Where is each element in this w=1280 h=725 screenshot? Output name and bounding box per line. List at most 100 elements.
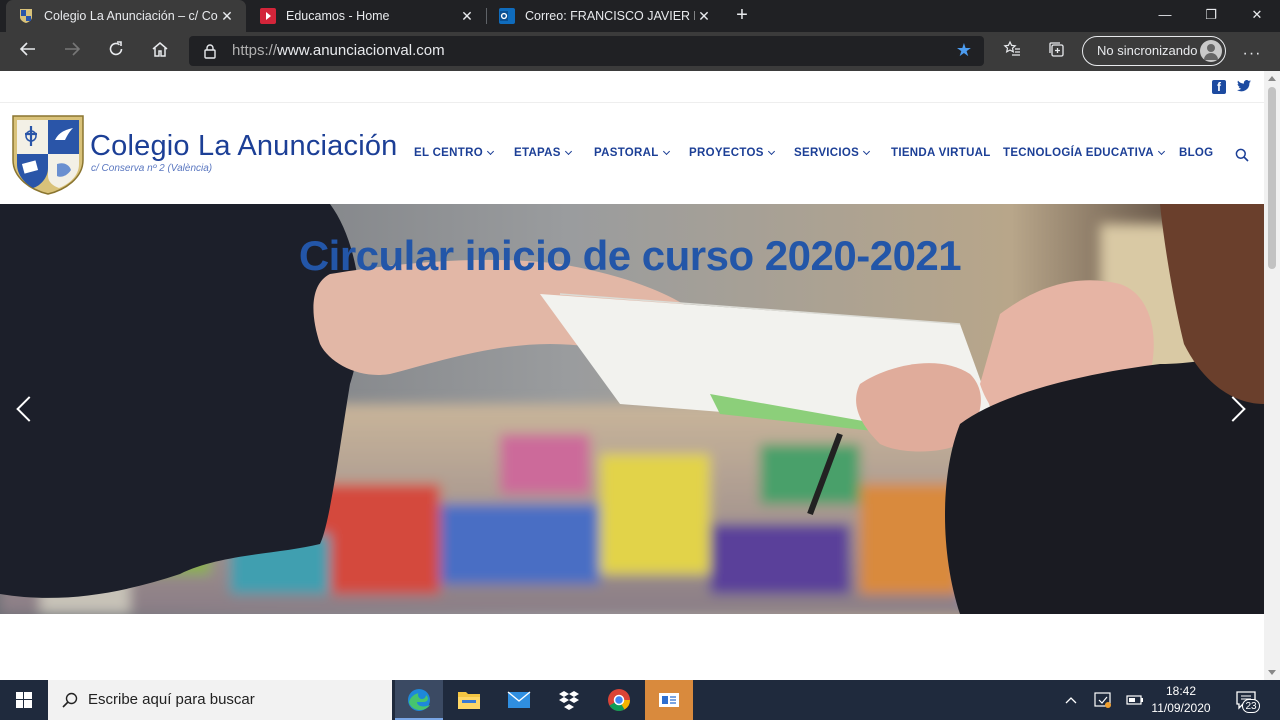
more-dots-icon: ···	[1242, 45, 1262, 62]
tab-correo[interactable]: Correo: FRANCISCO JAVIER NAV ✕	[487, 0, 723, 32]
nav-label: PASTORAL	[594, 147, 659, 159]
action-center-button[interactable]: 23	[1234, 688, 1260, 714]
defender-tray-icon[interactable]	[1092, 680, 1114, 720]
favorites-button[interactable]	[998, 38, 1026, 66]
forward-button[interactable]	[58, 38, 86, 66]
web-page: f Colegio La Anunciación c/ Conserva nº …	[0, 71, 1264, 680]
page-scrollbar[interactable]	[1264, 71, 1280, 680]
close-tab-icon[interactable]: ✕	[218, 8, 236, 25]
browser-toolbar: https://www.anunciacionval.com ★ No sinc…	[0, 32, 1280, 71]
taskbar-app-chrome[interactable]	[595, 680, 643, 720]
chevron-down-icon	[767, 147, 775, 155]
nav-label: ETAPAS	[514, 147, 561, 159]
notification-count-badge: 23	[1242, 699, 1260, 713]
back-button[interactable]	[14, 38, 42, 66]
forward-arrow-icon	[65, 42, 81, 56]
nav-tecnologia-educativa[interactable]: TECNOLOGÍA EDUCATIVA	[1003, 147, 1165, 159]
twitter-icon[interactable]	[1237, 80, 1251, 94]
social-bar: f	[0, 71, 1264, 103]
close-tab-icon[interactable]: ✕	[458, 8, 476, 25]
nav-proyectos[interactable]: PROYECTOS	[689, 147, 775, 159]
url-host: www.anunciacionval.com	[277, 42, 445, 59]
taskbar-app-mail[interactable]	[495, 680, 543, 720]
home-button[interactable]	[146, 38, 174, 66]
favorites-list-icon	[1003, 40, 1020, 56]
nav-tienda-virtual[interactable]: TIENDA VIRTUAL	[891, 147, 991, 159]
taskbar-clock[interactable]: 18:42 11/09/2020	[1150, 683, 1212, 717]
profile-button[interactable]: No sincronizando	[1082, 36, 1226, 66]
favorite-star-icon[interactable]: ★	[956, 40, 972, 61]
tab-title: Correo: FRANCISCO JAVIER NAV	[525, 9, 695, 23]
taskbar-app-whiteboard[interactable]	[645, 680, 693, 720]
url-text[interactable]: https://www.anunciacionval.com	[232, 42, 445, 59]
tab-colegio[interactable]: Colegio La Anunciación – c/ Con ✕	[6, 0, 246, 32]
profile-label: No sincronizando	[1097, 43, 1198, 58]
nav-servicios[interactable]: SERVICIOS	[794, 147, 871, 159]
hero-slider[interactable]: Circular inicio de curso 2020-2021	[0, 204, 1264, 614]
nav-label: TIENDA VIRTUAL	[891, 147, 991, 159]
educamos-icon	[260, 8, 276, 24]
back-arrow-icon	[19, 42, 35, 56]
minimize-button[interactable]: —	[1142, 0, 1188, 32]
chrome-icon	[608, 689, 630, 711]
file-explorer-icon	[458, 692, 480, 709]
settings-menu-button[interactable]: ···	[1238, 38, 1266, 66]
tab-title: Colegio La Anunciación – c/ Con	[44, 9, 218, 23]
lock-icon[interactable]	[202, 43, 218, 59]
scroll-up-arrow-icon[interactable]	[1268, 76, 1276, 81]
taskbar-app-explorer[interactable]	[445, 680, 493, 720]
show-hidden-icons-button[interactable]	[1060, 680, 1082, 720]
nav-label: SERVICIOS	[794, 147, 860, 159]
outlook-icon	[499, 8, 515, 24]
scroll-down-arrow-icon[interactable]	[1268, 670, 1276, 675]
whiteboard-icon	[659, 693, 679, 707]
site-header: Colegio La Anunciación c/ Conserva nº 2 …	[0, 104, 1264, 204]
mail-icon	[507, 691, 531, 708]
site-subtitle: c/ Conserva nº 2 (València)	[91, 163, 213, 174]
collections-icon	[1049, 42, 1064, 57]
taskbar-search-input[interactable]: Escribe aquí para buscar	[48, 680, 392, 720]
battery-icon	[1126, 695, 1143, 705]
hero-title[interactable]: Circular inicio de curso 2020-2021	[0, 232, 1260, 280]
close-tab-icon[interactable]: ✕	[695, 8, 713, 25]
close-window-button[interactable]: ✕	[1234, 0, 1280, 32]
nav-el-centro[interactable]: EL CENTRO	[414, 147, 494, 159]
site-title[interactable]: Colegio La Anunciación	[90, 130, 398, 163]
scrollbar-thumb[interactable]	[1268, 87, 1276, 269]
restore-button[interactable]: ❐	[1188, 0, 1234, 32]
chevron-down-icon	[1157, 147, 1165, 155]
windows-taskbar: Escribe aquí para buscar 18:42 11/09/202…	[0, 680, 1280, 720]
school-shield-icon	[18, 8, 34, 24]
nav-label: EL CENTRO	[414, 147, 483, 159]
tab-educamos[interactable]: Educamos - Home ✕	[248, 0, 486, 32]
refresh-button[interactable]	[102, 38, 130, 66]
school-logo[interactable]	[11, 112, 85, 196]
windows-logo-icon	[16, 692, 32, 708]
chevron-down-icon	[564, 147, 572, 155]
security-shield-icon	[1094, 692, 1111, 708]
collections-button[interactable]	[1042, 38, 1070, 66]
taskbar-app-dropbox[interactable]	[545, 680, 593, 720]
dropbox-icon	[559, 691, 579, 710]
refresh-icon	[109, 41, 123, 56]
url-protocol: https://	[232, 42, 278, 59]
browser-tab-bar: Colegio La Anunciación – c/ Con ✕ Educam…	[0, 0, 1280, 32]
chevron-down-icon	[486, 147, 494, 155]
facebook-icon[interactable]: f	[1212, 80, 1226, 94]
battery-tray-icon[interactable]	[1124, 680, 1146, 720]
taskbar-app-edge[interactable]	[395, 680, 443, 720]
search-icon[interactable]	[1235, 148, 1249, 162]
nav-etapas[interactable]: ETAPAS	[514, 147, 572, 159]
clock-date: 11/09/2020	[1151, 701, 1211, 715]
address-bar[interactable]: https://www.anunciacionval.com ★	[189, 36, 984, 66]
nav-pastoral[interactable]: PASTORAL	[594, 147, 670, 159]
chevron-up-icon	[1065, 697, 1077, 704]
tab-title: Educamos - Home	[286, 9, 390, 23]
nav-label: PROYECTOS	[689, 147, 764, 159]
nav-blog[interactable]: BLOG	[1179, 147, 1213, 159]
clock-time: 18:42	[1165, 684, 1197, 698]
chevron-down-icon	[863, 147, 871, 155]
new-tab-button[interactable]: +	[731, 4, 753, 26]
start-button[interactable]	[0, 680, 48, 720]
search-placeholder: Escribe aquí para buscar	[88, 691, 255, 708]
